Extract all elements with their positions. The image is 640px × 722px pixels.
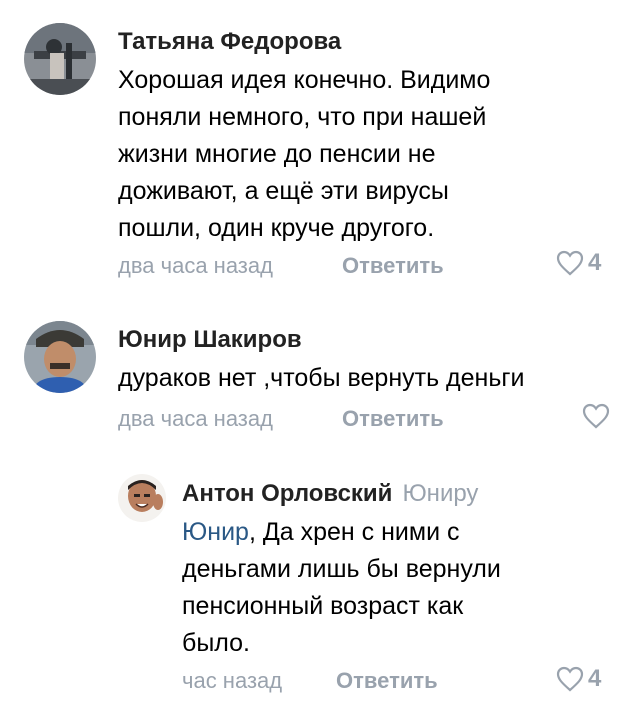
heart-outline-icon — [556, 666, 584, 692]
avatar[interactable] — [24, 23, 96, 95]
like-count: 4 — [588, 249, 602, 276]
like-button[interactable]: 4 — [556, 665, 601, 693]
author-name: Антон Орловский Юниру — [182, 480, 478, 508]
author-name[interactable]: Татьяна Федорова — [118, 28, 341, 56]
reply-button[interactable]: Ответить — [342, 406, 444, 432]
comment-text: Хорошая идея конечно. Видимо поняли немн… — [118, 66, 491, 242]
photo-avatar — [24, 321, 96, 393]
photo-avatar — [118, 474, 166, 522]
heart-outline-icon — [582, 403, 610, 429]
reply-button[interactable]: Ответить — [342, 253, 444, 279]
comment-text: Юнир, Да хрен с ними с деньгами лишь бы … — [182, 518, 501, 657]
avatar[interactable] — [24, 321, 96, 393]
like-button[interactable] — [582, 403, 614, 429]
author-name[interactable]: Юнир Шакиров — [118, 326, 302, 354]
mention-link[interactable]: Юнир — [182, 518, 249, 546]
avatar[interactable] — [118, 474, 166, 522]
like-count: 4 — [588, 665, 602, 692]
timestamp: два часа назад — [118, 253, 273, 278]
author-name-link[interactable]: Антон Орловский — [182, 480, 392, 507]
timestamp: час назад — [182, 668, 283, 693]
reply-to-link[interactable]: Юниру — [402, 480, 478, 507]
reply-button[interactable]: Ответить — [336, 668, 438, 694]
like-button[interactable]: 4 — [556, 249, 601, 277]
heart-outline-icon — [556, 250, 584, 276]
timestamp: два часа назад — [118, 406, 273, 431]
comment-text: дураков нет ,чтобы вернуть деньги — [118, 364, 525, 392]
photo-avatar — [24, 23, 96, 95]
